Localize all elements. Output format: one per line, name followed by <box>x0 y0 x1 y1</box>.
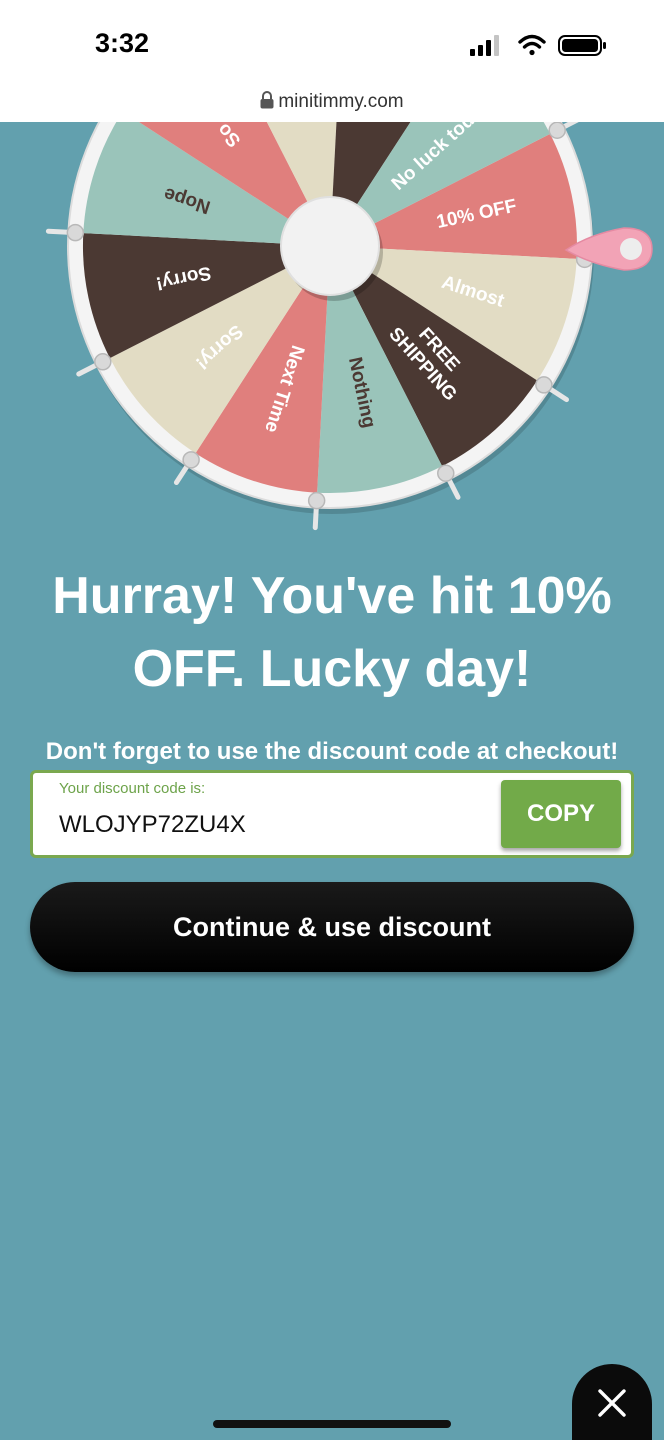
checkout-reminder: Don't forget to use the discount code at… <box>45 738 619 765</box>
wifi-icon <box>518 34 546 56</box>
wheel-peg <box>548 122 566 139</box>
discount-code-value[interactable]: WLOJYP72ZU4X <box>59 811 246 839</box>
result-headline: Hurray! You've hit 10% OFF. Lucky day! <box>52 567 612 698</box>
wheel-peg <box>437 464 455 482</box>
home-indicator <box>213 1420 451 1428</box>
continue-use-discount-button[interactable]: Continue & use discount <box>30 882 634 972</box>
cellular-signal-icon <box>470 35 499 56</box>
wheel-peg <box>535 376 553 394</box>
wheel-peg <box>66 223 85 242</box>
status-icons <box>470 34 606 56</box>
url-display[interactable]: minitimmy.com <box>0 91 664 113</box>
prize-wheel: 10% OFFAlmostFREESHIPPINGNothingNext Tim… <box>45 122 653 531</box>
copy-button[interactable]: COPY <box>501 780 621 848</box>
wheel-peg <box>182 451 200 469</box>
battery-icon <box>558 35 606 56</box>
discount-code-box: Your discount code is: WLOJYP72ZU4X COPY <box>30 770 634 858</box>
status-time: 3:32 <box>95 28 150 58</box>
wheel-hub <box>280 196 380 296</box>
wheel-peg <box>94 353 112 371</box>
close-button[interactable] <box>572 1364 652 1440</box>
url-text: minitimmy.com <box>278 91 404 112</box>
wheel-peg <box>307 491 326 510</box>
browser-url-bar[interactable]: minitimmy.com <box>0 88 664 122</box>
status-bar: 3:32 <box>0 0 664 88</box>
lock-icon <box>260 91 274 109</box>
discount-code-label: Your discount code is: <box>59 780 206 797</box>
close-icon <box>598 1389 626 1417</box>
wheel-pointer-dot <box>620 238 642 260</box>
spin-wheel-popup: 10% OFF Almost FREESHIPPING Nothing Next Tim… <box>0 122 664 1440</box>
